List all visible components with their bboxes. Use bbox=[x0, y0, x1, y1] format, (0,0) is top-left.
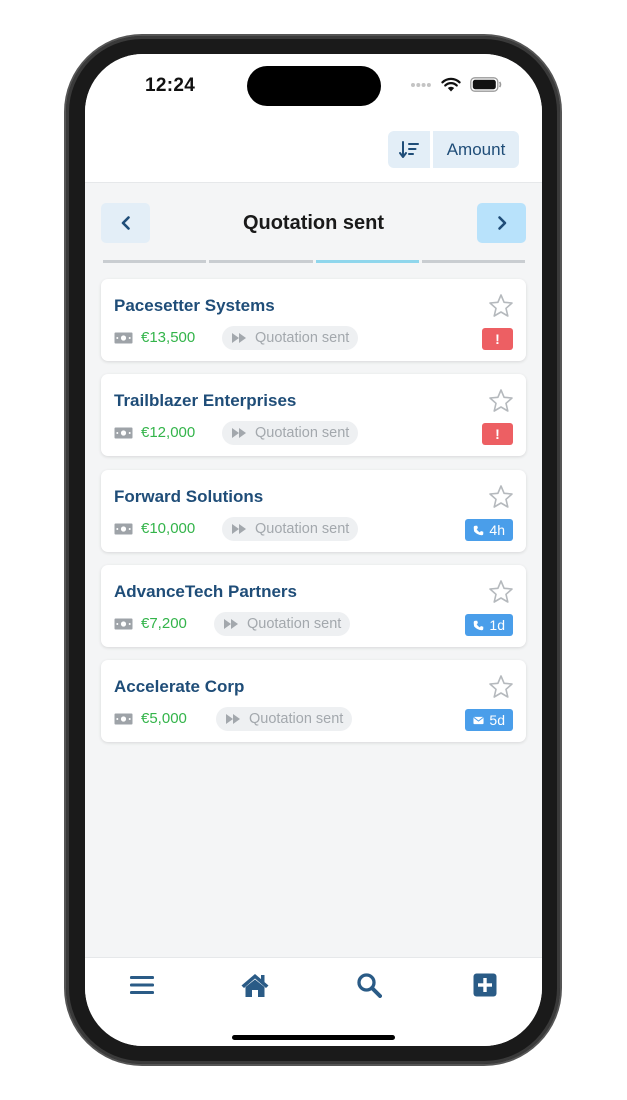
wifi-icon bbox=[441, 77, 461, 92]
deal-name: Trailblazer Enterprises bbox=[114, 391, 297, 410]
last-call-badge: 4h bbox=[465, 519, 513, 541]
progress-step bbox=[421, 260, 525, 263]
dynamic-island bbox=[247, 66, 381, 106]
last-call-text: 1d bbox=[489, 617, 505, 633]
tab-search[interactable] bbox=[354, 970, 384, 1000]
deal-name: Pacesetter Systems bbox=[114, 296, 275, 315]
stage-navigator: Quotation sent bbox=[85, 183, 542, 273]
forward-icon bbox=[232, 428, 246, 438]
bottom-tab-bar bbox=[85, 957, 542, 1046]
stage-chip: Quotation sent bbox=[214, 612, 351, 636]
stage-title: Quotation sent bbox=[242, 212, 385, 234]
stage-chip: Quotation sent bbox=[222, 517, 359, 541]
deal-amount: €5,000 bbox=[141, 710, 187, 727]
mail-icon bbox=[473, 716, 484, 724]
deal-card[interactable]: Accelerate Corp €5,000 Quotation sent 5d bbox=[101, 660, 526, 742]
stage-chip: Quotation sent bbox=[216, 707, 353, 731]
search-icon bbox=[357, 973, 382, 998]
progress-step bbox=[209, 260, 313, 263]
overdue-badge: ! bbox=[482, 328, 513, 350]
deal-card[interactable]: Trailblazer Enterprises €12,000 Quotatio… bbox=[101, 374, 526, 456]
stage-chip: Quotation sent bbox=[222, 326, 359, 350]
previous-stage-button[interactable] bbox=[101, 203, 150, 243]
forward-icon bbox=[232, 524, 246, 534]
signal-dots-icon bbox=[411, 82, 431, 87]
star-icon[interactable] bbox=[488, 484, 514, 510]
last-call-badge: 1d bbox=[465, 614, 513, 636]
chevron-left-icon bbox=[121, 216, 130, 230]
money-icon bbox=[114, 332, 133, 344]
stage-chip-label: Quotation sent bbox=[249, 711, 344, 727]
app-screen: 12:24 Amount Quotation sent Pacesetter S… bbox=[85, 54, 542, 1046]
chevron-right-icon bbox=[497, 216, 506, 230]
forward-icon bbox=[232, 333, 246, 343]
battery-icon bbox=[470, 77, 502, 92]
menu-icon bbox=[130, 976, 154, 994]
status-icons bbox=[410, 77, 502, 92]
stage-chip-label: Quotation sent bbox=[255, 425, 350, 441]
star-icon[interactable] bbox=[488, 293, 514, 319]
forward-icon bbox=[226, 714, 240, 724]
home-icon bbox=[241, 974, 269, 997]
star-icon[interactable] bbox=[488, 674, 514, 700]
home-indicator bbox=[232, 1035, 395, 1040]
add-icon bbox=[473, 973, 497, 997]
forward-icon bbox=[224, 619, 238, 629]
stage-progress bbox=[103, 260, 525, 263]
stage-chip-label: Quotation sent bbox=[255, 330, 350, 346]
progress-step bbox=[103, 260, 207, 263]
overdue-badge: ! bbox=[482, 423, 513, 445]
stage-chip: Quotation sent bbox=[222, 421, 359, 445]
top-toolbar: Amount bbox=[85, 124, 542, 183]
deal-card[interactable]: Forward Solutions €10,000 Quotation sent… bbox=[101, 470, 526, 552]
money-icon bbox=[114, 523, 133, 535]
sort-field-button[interactable]: Amount bbox=[433, 131, 519, 168]
phone-icon bbox=[474, 525, 484, 535]
star-icon[interactable] bbox=[488, 388, 514, 414]
status-bar: 12:24 bbox=[85, 54, 542, 124]
sort-order-button[interactable] bbox=[388, 131, 430, 168]
tab-add[interactable] bbox=[470, 970, 500, 1000]
progress-step-active bbox=[315, 260, 419, 263]
money-icon bbox=[114, 427, 133, 439]
money-icon bbox=[114, 713, 133, 725]
stage-chip-label: Quotation sent bbox=[255, 521, 350, 537]
deal-amount: €12,000 bbox=[141, 424, 196, 441]
tab-home[interactable] bbox=[240, 970, 270, 1000]
deal-name: AdvanceTech Partners bbox=[114, 582, 297, 601]
status-time: 12:24 bbox=[145, 75, 196, 96]
last-email-text: 5d bbox=[489, 712, 505, 728]
deal-card[interactable]: Pacesetter Systems €13,500 Quotation sen… bbox=[101, 279, 526, 361]
money-icon bbox=[114, 618, 133, 630]
deal-amount: €13,500 bbox=[141, 329, 196, 346]
deal-name: Forward Solutions bbox=[114, 487, 264, 506]
deal-amount: €7,200 bbox=[141, 615, 187, 632]
next-stage-button[interactable] bbox=[477, 203, 526, 243]
phone-icon bbox=[474, 620, 484, 630]
tab-menu[interactable] bbox=[127, 970, 157, 1000]
deal-card[interactable]: AdvanceTech Partners €7,200 Quotation se… bbox=[101, 565, 526, 647]
star-icon[interactable] bbox=[488, 579, 514, 605]
stage-chip-label: Quotation sent bbox=[247, 616, 342, 632]
sort-descending-icon bbox=[399, 140, 419, 158]
deal-name: Accelerate Corp bbox=[114, 677, 245, 696]
last-call-text: 4h bbox=[489, 522, 505, 538]
last-email-badge: 5d bbox=[465, 709, 513, 731]
deal-amount: €10,000 bbox=[141, 520, 196, 537]
